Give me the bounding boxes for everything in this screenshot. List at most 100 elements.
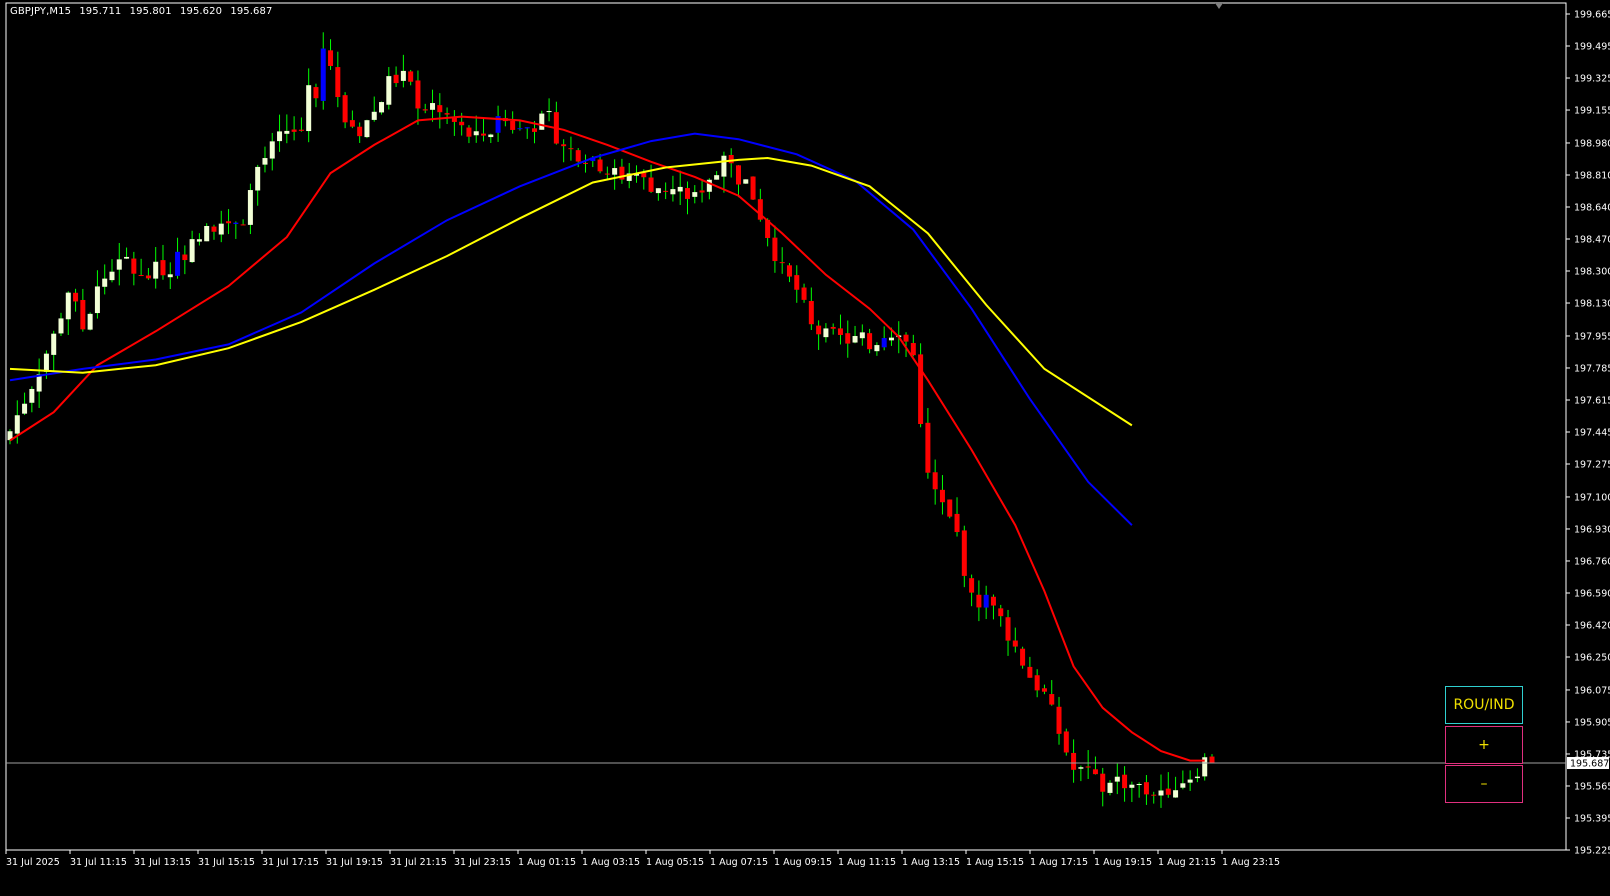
y-tick-label: 198.300 — [1574, 267, 1610, 278]
candle-body — [524, 127, 530, 129]
minus-button[interactable]: – — [1445, 765, 1523, 803]
candle-body — [1092, 769, 1098, 775]
scroll-marker-icon — [1215, 3, 1223, 9]
candle-body — [247, 190, 253, 225]
candle-body — [422, 109, 428, 111]
candle-body — [903, 334, 909, 342]
candle-body — [240, 224, 246, 226]
candle-body — [583, 162, 589, 164]
candle-body — [109, 271, 115, 281]
candle-body — [291, 129, 297, 132]
candle-body — [779, 262, 785, 264]
candle-body — [1114, 776, 1120, 782]
plot-border — [5, 2, 1567, 851]
candle-body — [604, 173, 610, 175]
y-tick-label: 195.225 — [1574, 846, 1610, 857]
x-tick-label: 31 Jul 21:15 — [390, 857, 447, 868]
current-price-marker: 195.687 — [6, 757, 1609, 770]
candle-body — [481, 133, 487, 136]
x-tick-label: 1 Aug 19:15 — [1094, 857, 1152, 868]
candle-body — [65, 292, 71, 320]
candle-body — [655, 188, 661, 194]
chart-header: GBPJPY,M15 195.711 195.801 195.620 195.6… — [10, 6, 277, 17]
y-tick-label: 196.760 — [1574, 556, 1610, 567]
candle-body — [415, 80, 421, 109]
candle-body — [1100, 773, 1106, 792]
x-tick-label: 31 Jul 19:15 — [326, 857, 383, 868]
candle-body — [816, 325, 822, 335]
y-tick-label: 195.395 — [1574, 813, 1610, 824]
candle-body — [699, 190, 705, 193]
y-tick-label: 197.100 — [1574, 492, 1610, 503]
candle-body — [845, 333, 851, 344]
candle-body — [597, 159, 603, 172]
candle-body — [801, 287, 807, 300]
high-value: 195.801 — [129, 6, 172, 17]
candle-body — [22, 403, 28, 414]
candle-body — [794, 275, 800, 290]
candle-body — [823, 328, 829, 338]
candle-body — [663, 190, 669, 192]
current-price-label: 195.687 — [1570, 759, 1609, 770]
candle-body — [94, 286, 100, 314]
y-tick-label: 198.980 — [1574, 138, 1610, 149]
candle-body — [342, 95, 348, 123]
y-tick-label: 196.075 — [1574, 685, 1610, 696]
candle-body — [786, 265, 792, 277]
candle-body — [36, 374, 42, 392]
candle-body — [153, 261, 159, 279]
candle-body — [976, 594, 982, 608]
x-tick-label: 1 Aug 07:15 — [710, 857, 768, 868]
candle-body — [1063, 731, 1069, 753]
candle-body — [430, 103, 436, 110]
y-tick-label: 197.445 — [1574, 428, 1610, 439]
candle-body — [1020, 648, 1026, 666]
y-tick-label: 197.955 — [1574, 331, 1610, 342]
symbol-label: GBPJPY,M15 — [10, 6, 72, 17]
candle-body — [721, 155, 727, 177]
candle-body — [918, 354, 924, 424]
candles — [7, 32, 1215, 808]
chart-frame: 199.665 199.495 199.325 199.155 198.980 198.8… — [0, 0, 1610, 896]
candle-body — [910, 343, 916, 356]
candle-body — [743, 179, 749, 184]
candle-body — [473, 131, 479, 136]
moving-average-line-3 — [9, 156, 1133, 427]
candle-body — [648, 177, 654, 192]
candle-body — [80, 299, 86, 330]
candle-body — [400, 70, 406, 81]
candle-body — [983, 594, 989, 608]
x-tick-label: 1 Aug 11:15 — [838, 857, 896, 868]
candle-body — [561, 144, 567, 147]
candle-body — [437, 105, 443, 113]
plus-button[interactable]: + — [1445, 726, 1523, 764]
candle-body — [670, 189, 676, 195]
candle-body — [925, 422, 931, 473]
candle-body — [459, 121, 465, 126]
candle-body — [1194, 776, 1200, 779]
candle-body — [211, 226, 217, 232]
candle-body — [320, 48, 326, 101]
price-chart[interactable]: 199.665 199.495 199.325 199.155 198.980 198.8… — [0, 0, 1610, 896]
candle-body — [262, 158, 268, 165]
candle-body — [51, 333, 57, 355]
candle-body — [328, 50, 334, 66]
candle-body — [218, 223, 224, 235]
open-value: 195.711 — [79, 6, 122, 17]
candle-body — [196, 239, 202, 242]
x-tick-label: 31 Jul 13:15 — [134, 857, 191, 868]
candle-body — [1136, 784, 1142, 786]
rou-ind-button[interactable]: ROU/IND — [1445, 686, 1523, 724]
candle-body — [1085, 766, 1091, 768]
y-tick-label: 199.325 — [1574, 74, 1610, 85]
candle-body — [677, 186, 683, 192]
candle-body — [386, 76, 392, 105]
y-tick-label: 196.420 — [1574, 620, 1610, 631]
candle-body — [1049, 694, 1055, 705]
candle-body — [313, 87, 319, 99]
candle-body — [335, 67, 341, 98]
rou-ind-label: ROU/IND — [1453, 697, 1515, 713]
price-axis: 199.665 199.495 199.325 199.155 198.980 198.8… — [1566, 10, 1610, 857]
y-tick-label: 199.665 — [1574, 10, 1610, 21]
axis-lines — [5, 2, 1567, 851]
